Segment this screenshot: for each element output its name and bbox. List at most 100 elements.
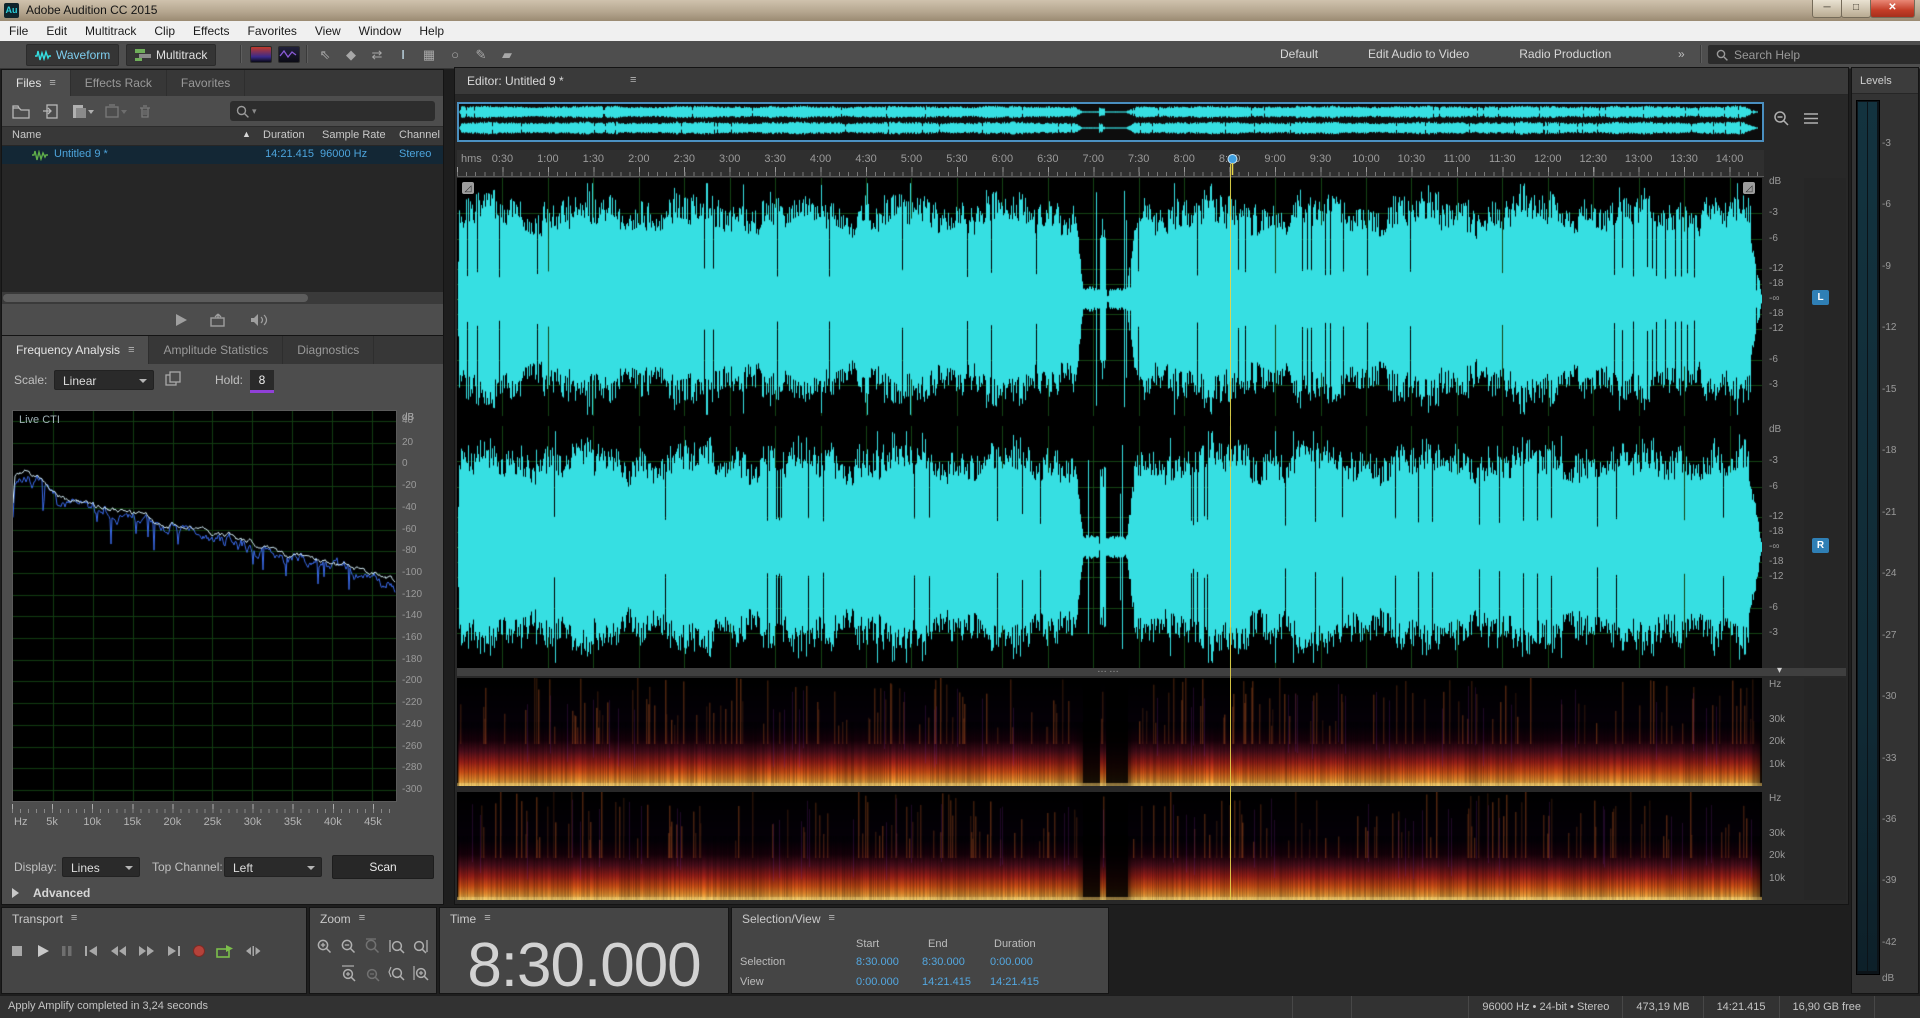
spot-healing-tool-icon[interactable]: ▰ [496, 45, 518, 64]
title-bar[interactable]: Au Adobe Audition CC 2015 ─ □ ✕ [0, 0, 1920, 22]
column-name[interactable]: Name [12, 129, 41, 141]
import-file-icon[interactable] [42, 104, 61, 119]
lasso-selection-tool-icon[interactable]: ○ [444, 45, 466, 64]
menu-item[interactable]: Edit [37, 21, 76, 41]
collapse-arrow-icon[interactable]: ▾ [1777, 665, 1782, 676]
record-button[interactable] [191, 944, 207, 958]
tab-frequency-analysis[interactable]: Frequency Analysis≡ [2, 336, 149, 364]
scale-dropdown[interactable]: Linear [54, 370, 154, 390]
playhead-line[interactable] [1230, 164, 1231, 900]
corner-marker-icon[interactable]: ◿ [462, 182, 474, 194]
menu-item[interactable]: Effects [184, 21, 238, 41]
close-button[interactable]: ✕ [1870, 0, 1915, 18]
channel-badge-right[interactable]: R [1812, 538, 1829, 553]
menu-item[interactable]: Clip [145, 21, 184, 41]
top-channel-dropdown[interactable]: Left [224, 857, 322, 877]
selection-end[interactable]: 8:30.000 [922, 956, 965, 968]
menu-item[interactable]: Help [410, 21, 453, 41]
preview-play-icon[interactable] [175, 313, 188, 327]
minimize-button[interactable]: ─ [1812, 0, 1842, 18]
levels-title[interactable]: Levels [1852, 68, 1918, 94]
tab-amplitude-statistics[interactable]: Amplitude Statistics [149, 336, 283, 364]
spectral-frequency-display-icon[interactable] [250, 46, 272, 63]
column-channel[interactable]: Channel [399, 129, 440, 141]
splitter-grip-icon[interactable]: …… [1097, 664, 1121, 675]
panel-menu-icon[interactable]: ≡ [49, 70, 55, 96]
spectral-pitch-display-icon[interactable] [278, 46, 300, 63]
spectral-display-right[interactable] [457, 792, 1762, 900]
zoom-to-selection-button[interactable] [388, 965, 405, 982]
menu-item[interactable]: File [0, 21, 37, 41]
tab-diagnostics[interactable]: Diagnostics [283, 336, 374, 364]
column-sample-rate[interactable]: Sample Rate [322, 129, 386, 141]
zoom-to-inpoint-button[interactable] [388, 938, 405, 955]
selection-start[interactable]: 8:30.000 [856, 956, 899, 968]
maximize-button[interactable]: □ [1841, 0, 1871, 18]
time-display[interactable]: 8:30.000 [440, 930, 728, 1001]
amplitude-ruler-left[interactable]: dB-3-6-12-18-∞-18-12-6-3 [1766, 178, 1802, 420]
files-column-header[interactable]: Name ▲ Duration Sample Rate Channel [2, 126, 443, 147]
column-duration[interactable]: Duration [263, 129, 305, 141]
fast-forward-button[interactable] [137, 944, 157, 958]
panel-menu-icon[interactable]: ≡ [359, 912, 365, 926]
skip-selection-button[interactable] [243, 944, 263, 958]
files-search-field[interactable]: ▾ [230, 101, 435, 121]
zoom-in-amplitude-button[interactable] [340, 965, 357, 982]
scan-button[interactable]: Scan [332, 855, 434, 879]
panel-menu-icon[interactable]: ≡ [128, 336, 134, 364]
spectral-ruler-right[interactable]: Hz30k20k10k [1766, 792, 1802, 900]
overview-strip[interactable] [457, 102, 1764, 142]
editor-header[interactable]: Editor: Untitled 9 * ≡ [455, 68, 1848, 95]
tab-files[interactable]: Files≡ [2, 70, 71, 96]
panel-menu-icon[interactable]: ≡ [829, 912, 835, 926]
editor-display-menu-icon[interactable] [1803, 112, 1819, 125]
workspace-button[interactable]: Radio Production [1509, 41, 1621, 68]
file-row[interactable]: Untitled 9 * 14:21.415 96000 Hz Stereo [2, 146, 443, 164]
loop-speaker-icon[interactable] [250, 313, 270, 327]
tab-effects-rack[interactable]: Effects Rack [71, 70, 167, 96]
stop-button[interactable] [10, 944, 26, 958]
skip-to-start-button[interactable] [83, 944, 99, 958]
open-file-icon[interactable] [12, 104, 31, 119]
razor-tool-icon[interactable]: ◆ [340, 45, 362, 64]
zoom-out-full-button[interactable] [364, 938, 381, 955]
workspace-button[interactable]: Edit Audio to Video [1358, 41, 1479, 68]
search-dropdown-arrow-icon[interactable]: ▾ [252, 106, 257, 117]
hold-button[interactable]: 8 [250, 370, 274, 393]
amplitude-ruler-right[interactable]: dB-3-6-12-18-∞-18-12-6-3 [1766, 426, 1802, 668]
loop-playback-button[interactable] [216, 944, 234, 958]
waveform-display[interactable]: ◿ ◿ [457, 178, 1762, 668]
timeline-ruler[interactable]: hms 0:301:001:302:002:303:003:304:004:30… [457, 150, 1764, 177]
menu-item[interactable]: Multitrack [76, 21, 145, 41]
spectral-ruler-left[interactable]: Hz30k20k10k [1766, 678, 1802, 786]
scrollbar-thumb[interactable] [3, 294, 308, 302]
rewind-button[interactable] [108, 944, 128, 958]
workspace-button[interactable]: Default [1270, 41, 1328, 68]
multitrack-view-button[interactable]: Multitrack [126, 44, 216, 66]
spectral-display-left[interactable] [457, 678, 1762, 786]
advanced-disclosure[interactable]: Advanced [12, 886, 90, 900]
frequency-plot[interactable]: Live CTI [12, 410, 397, 802]
zoom-reset-amplitude-button[interactable] [364, 965, 381, 982]
copy-graph-icon[interactable] [165, 371, 182, 387]
view-start[interactable]: 0:00.000 [856, 976, 899, 988]
panel-menu-icon[interactable]: ≡ [71, 912, 77, 926]
files-list[interactable]: Untitled 9 * 14:21.415 96000 Hz Stereo [2, 145, 443, 292]
marquee-selection-tool-icon[interactable]: ▦ [418, 45, 440, 64]
waveform-view-button[interactable]: Waveform [26, 44, 119, 66]
zoom-out-amplitude-button[interactable] [340, 938, 357, 955]
files-horizontal-scrollbar[interactable] [2, 292, 443, 304]
help-search-field[interactable]: Search Help [1708, 45, 1920, 64]
workspace-overflow-chevron[interactable]: » [1668, 41, 1695, 68]
tab-favorites[interactable]: Favorites [167, 70, 245, 96]
menu-item[interactable]: Window [350, 21, 411, 41]
play-button[interactable] [35, 944, 51, 958]
zoom-out-overview-icon[interactable] [1773, 110, 1790, 127]
paintbrush-tool-icon[interactable]: ✎ [470, 45, 492, 64]
channel-badge-left[interactable]: L [1812, 290, 1829, 305]
zoom-to-outpoint-button[interactable] [412, 938, 429, 955]
waveform-spectral-splitter[interactable]: …… ▾ [457, 668, 1846, 676]
move-tool-icon[interactable]: ⇖ [314, 45, 336, 64]
menu-item[interactable]: Favorites [239, 21, 306, 41]
corner-marker-icon[interactable]: ◿ [1743, 182, 1755, 194]
